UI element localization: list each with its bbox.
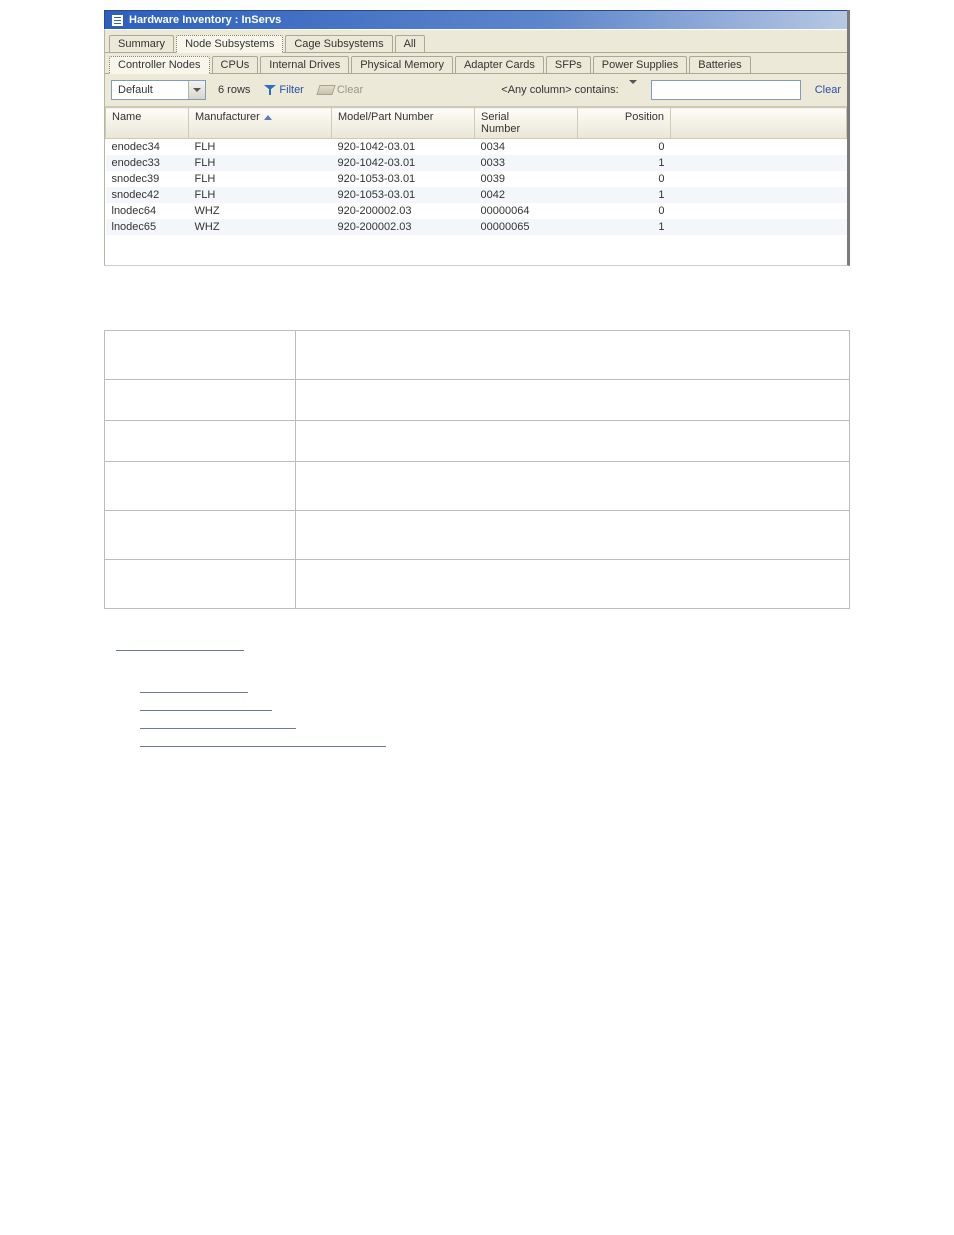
table-header-row: NameManufacturerModel/Part NumberSerialN… — [106, 108, 847, 139]
table-cell: 0 — [578, 171, 671, 187]
table-cell: 00000065 — [475, 219, 578, 235]
chevron-down-icon — [629, 80, 637, 96]
main-tab[interactable]: Node Subsystems — [176, 35, 283, 53]
table-cell: 1 — [578, 219, 671, 235]
table-cell: FLH — [189, 171, 332, 187]
sub-tab[interactable]: Controller Nodes — [109, 56, 210, 74]
window-title: Hardware Inventory : InServs — [129, 14, 281, 26]
main-tab[interactable]: Summary — [109, 35, 174, 52]
application-window: Hardware Inventory : InServs SummaryNode… — [104, 10, 850, 266]
view-select[interactable]: Default — [111, 80, 206, 100]
table-cell: 0033 — [475, 155, 578, 171]
table-cell: snodec39 — [106, 171, 189, 187]
table-cell: 0 — [578, 139, 671, 156]
table-row[interactable]: snodec42FLH920-1053-03.0100421 — [106, 187, 847, 203]
table-cell: lnodec65 — [106, 219, 189, 235]
table-cell: enodec34 — [106, 139, 189, 156]
main-tab[interactable]: Cage Subsystems — [285, 35, 392, 52]
sub-tab[interactable]: Batteries — [689, 56, 750, 73]
table-cell: 920-1053-03.01 — [332, 171, 475, 187]
chevron-down-icon — [193, 88, 201, 92]
column-header[interactable]: SerialNumber — [475, 108, 578, 139]
eraser-icon — [316, 85, 335, 95]
table-cell: 920-1042-03.01 — [332, 155, 475, 171]
table-cell: 0039 — [475, 171, 578, 187]
table-cell: FLH — [189, 155, 332, 171]
row-count-label: 6 rows — [218, 84, 250, 96]
table-row[interactable]: lnodec65WHZ920-200002.03000000651 — [106, 219, 847, 235]
table-cell — [671, 171, 847, 187]
clear-search-button[interactable]: Clear — [815, 84, 841, 96]
column-header-spacer — [671, 108, 847, 139]
app-icon — [111, 14, 124, 27]
table-cell: 1 — [578, 155, 671, 171]
link-placeholder[interactable] — [140, 709, 272, 711]
window-titlebar: Hardware Inventory : InServs — [104, 10, 847, 29]
view-select-button[interactable] — [188, 81, 205, 99]
table-cell: 0042 — [475, 187, 578, 203]
table-cell: 920-1042-03.01 — [332, 139, 475, 156]
table-cell: 0034 — [475, 139, 578, 156]
link-placeholder[interactable] — [140, 727, 296, 729]
column-header[interactable]: Position — [578, 108, 671, 139]
main-tab-strip: SummaryNode SubsystemsCage SubsystemsAll — [105, 30, 847, 53]
table-row[interactable]: snodec39FLH920-1053-03.0100390 — [106, 171, 847, 187]
link-placeholder[interactable] — [116, 649, 244, 651]
filter-button[interactable]: Filter — [264, 84, 303, 96]
clear-filter-label: Clear — [337, 84, 363, 96]
table-cell: lnodec64 — [106, 203, 189, 219]
table-cell: 920-1053-03.01 — [332, 187, 475, 203]
search-input[interactable] — [651, 80, 801, 100]
sub-tab[interactable]: CPUs — [212, 56, 259, 73]
column-header[interactable]: Name — [106, 108, 189, 139]
filter-icon — [264, 85, 276, 95]
table-cell — [671, 203, 847, 219]
sort-asc-icon — [264, 115, 272, 120]
table-row[interactable]: enodec33FLH920-1042-03.0100331 — [106, 155, 847, 171]
sub-tab[interactable]: Internal Drives — [260, 56, 349, 73]
link-placeholder[interactable] — [140, 691, 248, 693]
table-cell — [671, 155, 847, 171]
sub-tab[interactable]: Physical Memory — [351, 56, 453, 73]
link-placeholder[interactable] — [140, 745, 386, 747]
table-cell: FLH — [189, 187, 332, 203]
table-cell: 920-200002.03 — [332, 219, 475, 235]
column-header[interactable]: Manufacturer — [189, 108, 332, 139]
table-cell: WHZ — [189, 219, 332, 235]
table-row[interactable]: lnodec64WHZ920-200002.03000000640 — [106, 203, 847, 219]
sub-tab[interactable]: SFPs — [546, 56, 591, 73]
table-cell: snodec42 — [106, 187, 189, 203]
table-cell: FLH — [189, 139, 332, 156]
search-column-dropdown[interactable] — [629, 84, 637, 96]
table-cell: 1 — [578, 187, 671, 203]
table-row[interactable]: enodec34FLH920-1042-03.0100340 — [106, 139, 847, 156]
data-table-wrap: NameManufacturerModel/Part NumberSerialN… — [105, 107, 847, 265]
sub-tab[interactable]: Power Supplies — [593, 56, 687, 73]
main-tab[interactable]: All — [395, 35, 425, 52]
related-links-block — [116, 649, 954, 747]
data-table: NameManufacturerModel/Part NumberSerialN… — [105, 107, 847, 235]
table-cell — [671, 219, 847, 235]
table-cell — [671, 187, 847, 203]
filter-label: Filter — [279, 84, 303, 96]
table-cell: 920-200002.03 — [332, 203, 475, 219]
table-cell: 0 — [578, 203, 671, 219]
table-cell: WHZ — [189, 203, 332, 219]
sub-tab[interactable]: Adapter Cards — [455, 56, 544, 73]
table-cell: 00000064 — [475, 203, 578, 219]
search-label: <Any column> contains: — [501, 84, 618, 96]
clear-filter-button[interactable]: Clear — [318, 84, 363, 96]
table-cell — [671, 139, 847, 156]
description-table-skeleton — [104, 330, 850, 609]
sub-tab-strip: Controller NodesCPUsInternal DrivesPhysi… — [105, 53, 847, 74]
table-cell: enodec33 — [106, 155, 189, 171]
column-header[interactable]: Model/Part Number — [332, 108, 475, 139]
toolbar: Default 6 rows Filter Clear <Any column>… — [105, 74, 847, 107]
view-select-value: Default — [112, 84, 188, 96]
